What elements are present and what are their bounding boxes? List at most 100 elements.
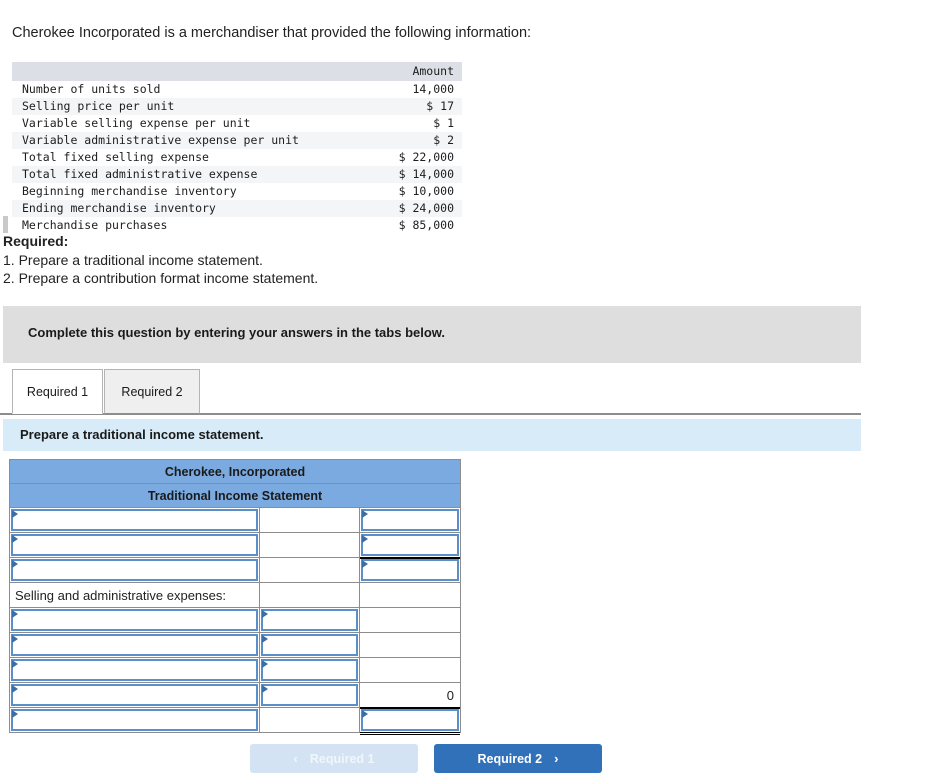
statement-cell-label-6[interactable] <box>9 632 260 658</box>
facts-amount: $ 10,000 <box>398 184 454 198</box>
table-row: 0 <box>9 682 461 708</box>
statement-input-mid-8[interactable] <box>261 684 358 706</box>
statement-cell-label-1[interactable] <box>9 507 260 533</box>
tab-required-1-label: Required 1 <box>26 384 89 399</box>
statement-cell-label-8[interactable] <box>9 682 260 708</box>
table-row <box>9 657 461 683</box>
table-row <box>9 632 461 658</box>
tabstrip-underline-left <box>0 413 12 415</box>
statement-cell-amount-3[interactable] <box>359 557 461 583</box>
dropdown-caret-icon[interactable] <box>362 535 370 543</box>
statement-cell-label-7[interactable] <box>9 657 260 683</box>
dropdown-caret-icon[interactable] <box>12 685 20 693</box>
facts-label: Number of units sold <box>22 82 161 96</box>
statement-input-amount-2[interactable] <box>361 534 459 556</box>
statement-input-label-7[interactable] <box>11 659 258 681</box>
table-row <box>9 557 461 583</box>
facts-label: Selling price per unit <box>22 99 175 113</box>
statement-cell-label-3[interactable] <box>9 557 260 583</box>
sub-instruction-bar: Prepare a traditional income statement. <box>3 419 861 451</box>
chevron-right-icon: › <box>554 751 559 766</box>
statement-cell-amount-9[interactable] <box>359 707 461 735</box>
statement-input-label-3[interactable] <box>11 559 258 581</box>
statement-cell-label-5[interactable] <box>9 607 260 633</box>
facts-header-blank <box>12 62 373 81</box>
statement-cell-mid-7[interactable] <box>259 657 360 683</box>
statement-cell-amount-2[interactable] <box>359 532 461 558</box>
sub-instruction-text: Prepare a traditional income statement. <box>20 427 264 442</box>
statement-cell-amount-7 <box>359 657 461 683</box>
table-row: Total fixed administrative expense $ 14,0… <box>12 166 462 183</box>
statement-input-label-2[interactable] <box>11 534 258 556</box>
statement-input-label-1[interactable] <box>11 509 258 531</box>
chevron-left-icon: ‹ <box>293 751 298 766</box>
facts-amount: $ 2 <box>433 133 454 147</box>
table-row: Variable selling expense per unit $ 1 <box>12 115 462 132</box>
prev-required-1-button[interactable]: ‹ Required 1 <box>250 744 418 773</box>
table-row <box>9 532 461 558</box>
facts-label: Total fixed administrative expense <box>22 167 258 181</box>
total-rule-double <box>360 732 460 735</box>
facts-label: Beginning merchandise inventory <box>22 184 237 198</box>
dropdown-caret-icon[interactable] <box>12 660 20 668</box>
statement-cell-label-2[interactable] <box>9 532 260 558</box>
dropdown-caret-icon[interactable] <box>12 635 20 643</box>
dropdown-caret-icon[interactable] <box>362 560 370 568</box>
statement-input-label-9[interactable] <box>11 709 258 731</box>
prev-required-1-label: Required 1 <box>309 751 375 766</box>
table-row <box>9 707 461 735</box>
dropdown-caret-icon[interactable] <box>262 685 270 693</box>
dropdown-caret-icon[interactable] <box>262 610 270 618</box>
statement-cell-mid-5[interactable] <box>259 607 360 633</box>
statement-cell-mid-9 <box>259 707 360 733</box>
statement-cell-label-9[interactable] <box>9 707 260 733</box>
dropdown-caret-icon[interactable] <box>12 560 20 568</box>
table-row: Total fixed selling expense $ 22,000 <box>12 149 462 166</box>
statement-subtitle: Traditional Income Statement <box>9 483 461 508</box>
required-heading: Required: <box>3 233 69 249</box>
dropdown-caret-icon[interactable] <box>262 635 270 643</box>
dropdown-caret-icon[interactable] <box>362 510 370 518</box>
tab-required-2[interactable]: Required 2 <box>104 369 200 414</box>
facts-amount: $ 24,000 <box>398 201 454 215</box>
statement-cell-mid-1 <box>259 507 360 533</box>
statement-input-amount-3[interactable] <box>361 559 459 581</box>
tabstrip: Required 1 Required 2 <box>12 369 861 415</box>
dropdown-caret-icon[interactable] <box>12 710 20 718</box>
table-row: Selling price per unit $ 17 <box>12 98 462 115</box>
dropdown-caret-icon[interactable] <box>12 535 20 543</box>
facts-body: Number of units sold 14,000 Selling price… <box>12 81 462 234</box>
statement-input-label-8[interactable] <box>11 684 258 706</box>
dropdown-caret-icon[interactable] <box>12 510 20 518</box>
table-row: Beginning merchandise inventory $ 10,000 <box>12 183 462 200</box>
income-statement-grid: Cherokee, Incorporated Traditional Incom… <box>9 459 461 735</box>
next-required-2-button[interactable]: Required 2 › <box>434 744 602 773</box>
instruction-banner-text: Complete this question by entering your … <box>28 325 446 340</box>
statement-input-amount-1[interactable] <box>361 509 459 531</box>
statement-input-label-6[interactable] <box>11 634 258 656</box>
facts-label: Total fixed selling expense <box>22 150 209 164</box>
statement-cell-mid-6[interactable] <box>259 632 360 658</box>
statement-cell-amount-4 <box>359 582 461 608</box>
table-row: Selling and administrative expenses: <box>9 582 461 608</box>
statement-input-amount-9[interactable] <box>361 709 459 731</box>
dropdown-caret-icon[interactable] <box>362 710 370 718</box>
statement-static-label: Selling and administrative expenses: <box>9 582 260 608</box>
statement-input-mid-5[interactable] <box>261 609 358 631</box>
tab-required-1[interactable]: Required 1 <box>12 369 103 414</box>
statement-cell-mid-8[interactable] <box>259 682 360 708</box>
dropdown-caret-icon[interactable] <box>12 610 20 618</box>
statement-title-row-1: Cherokee, Incorporated <box>9 459 461 484</box>
facts-amount: $ 22,000 <box>398 150 454 164</box>
statement-cell-amount-1[interactable] <box>359 507 461 533</box>
statement-input-label-5[interactable] <box>11 609 258 631</box>
facts-amount: $ 17 <box>426 99 454 113</box>
grey-marker-icon <box>3 216 8 233</box>
dropdown-caret-icon[interactable] <box>262 660 270 668</box>
facts-label: Ending merchandise inventory <box>22 201 216 215</box>
required-block: Required: 1. Prepare a traditional incom… <box>3 232 318 288</box>
facts-label: Variable administrative expense per unit <box>22 133 299 147</box>
statement-input-mid-7[interactable] <box>261 659 358 681</box>
statement-computed-total: 0 <box>359 682 461 708</box>
statement-input-mid-6[interactable] <box>261 634 358 656</box>
